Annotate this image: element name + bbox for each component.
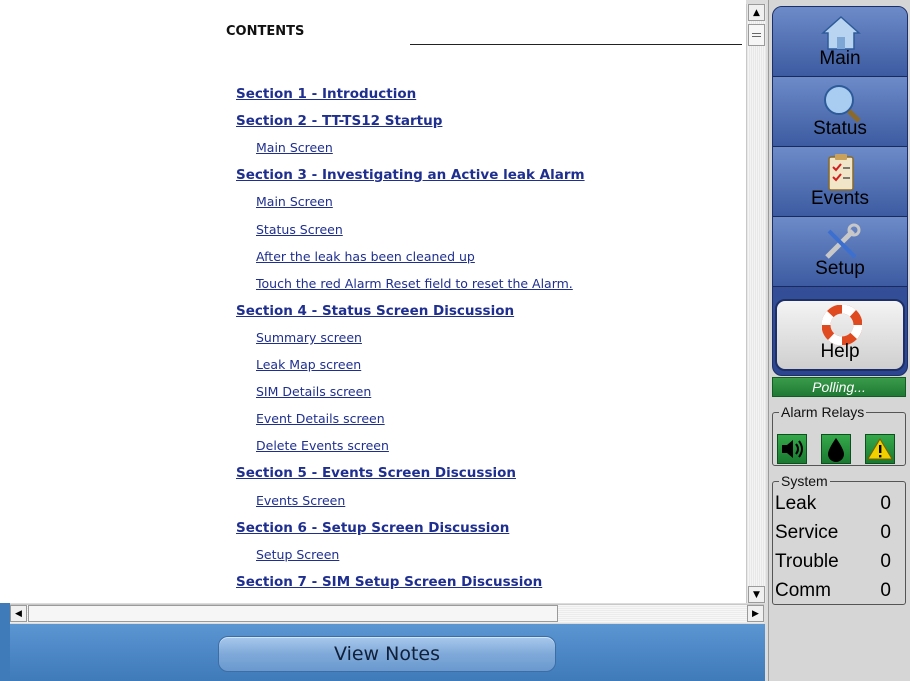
view-notes-button[interactable]: View Notes: [218, 636, 556, 672]
system-row-comm: Comm 0: [775, 580, 899, 602]
system-row-label: Comm: [775, 580, 831, 601]
toc-subsection-link[interactable]: Setup Screen: [256, 547, 339, 562]
toc-section-link[interactable]: Section 1 - Introduction: [236, 86, 416, 102]
vertical-scrollbar[interactable]: ▲ ▼: [746, 4, 766, 603]
nav-help-button[interactable]: Help: [775, 299, 905, 371]
document-pane: CONTENTS Section 1 - Introduction Section…: [0, 0, 746, 603]
toc-section-link[interactable]: Section 6 - Setup Screen Discussion: [236, 520, 509, 536]
system-row-label: Service: [775, 522, 839, 543]
toc-subsection-link[interactable]: Event Details screen: [256, 411, 385, 426]
system-row-trouble: Trouble 0: [775, 551, 899, 573]
nav-events-button[interactable]: Events: [773, 147, 907, 217]
system-row-value: 0: [880, 522, 891, 543]
toc-subsection-link[interactable]: After the leak has been cleaned up: [256, 249, 475, 264]
nav-help-label: Help: [820, 341, 860, 362]
system-row-service: Service 0: [775, 522, 899, 544]
toc-section-link[interactable]: Section 2 - TT-TS12 Startup: [236, 113, 442, 129]
toc-subsection-link[interactable]: Main Screen: [256, 140, 333, 155]
clipboard-icon: [828, 154, 854, 191]
scroll-right-button[interactable]: ▶: [747, 605, 764, 622]
scroll-down-button[interactable]: ▼: [748, 586, 765, 603]
toc-subsection-link[interactable]: Main Screen: [256, 194, 333, 209]
system-row-value: 0: [880, 493, 891, 514]
system-row-value: 0: [880, 580, 891, 601]
tools-icon: [825, 223, 861, 259]
speaker-icon: [782, 440, 803, 458]
nav-status-button[interactable]: Status: [773, 77, 907, 147]
nav-main-button[interactable]: Main: [773, 7, 907, 77]
navigation-menu: Main Status Events Setup Help: [772, 6, 908, 376]
home-icon: [821, 15, 861, 50]
toc-subsection-link[interactable]: Status Screen: [256, 222, 343, 237]
toc-subsection-link[interactable]: Leak Map screen: [256, 357, 361, 372]
nav-status-label: Status: [813, 118, 867, 139]
system-row-label: Trouble: [775, 551, 839, 572]
toc-section-link[interactable]: Section 5 - Events Screen Discussion: [236, 465, 516, 481]
side-panel: Main Status Events Setup Help Polling...…: [768, 0, 910, 681]
magnifier-icon: [824, 85, 861, 123]
scroll-left-button[interactable]: ◀: [10, 605, 27, 622]
contents-heading: CONTENTS: [226, 24, 305, 39]
relay-warning[interactable]: [865, 434, 895, 464]
system-row-leak: Leak 0: [775, 493, 899, 515]
relay-horn[interactable]: [777, 434, 807, 464]
horizontal-scrollbar[interactable]: ◀ ▶: [10, 604, 764, 623]
nav-events-label: Events: [810, 188, 870, 209]
toc-subsection-link[interactable]: Summary screen: [256, 330, 362, 345]
vertical-scroll-thumb[interactable]: [748, 24, 765, 46]
nav-setup-button[interactable]: Setup: [773, 217, 907, 287]
system-row-value: 0: [880, 551, 891, 572]
alarm-relays-title: Alarm Relays: [781, 404, 865, 420]
toc-section-link[interactable]: Section 7 - SIM Setup Screen Discussion: [236, 574, 542, 590]
toc-subsection-link[interactable]: Touch the red Alarm Reset field to reset…: [256, 276, 573, 291]
horizontal-scroll-thumb[interactable]: [28, 605, 558, 622]
bottom-left-strip: [0, 603, 10, 681]
toc-subsection-link[interactable]: SIM Details screen: [256, 384, 371, 399]
lifebuoy-icon: [822, 305, 862, 345]
system-group: System Leak 0 Service 0 Trouble 0 Comm 0: [772, 473, 906, 605]
drop-icon: [828, 438, 844, 462]
polling-status: Polling...: [772, 377, 906, 397]
toc-subsection-link[interactable]: Events Screen: [256, 493, 345, 508]
relay-leak[interactable]: [821, 434, 851, 464]
toc-section-link[interactable]: Section 4 - Status Screen Discussion: [236, 303, 514, 319]
scroll-up-button[interactable]: ▲: [748, 4, 765, 21]
nav-main-label: Main: [819, 48, 861, 69]
toc-subsection-link[interactable]: Delete Events screen: [256, 438, 389, 453]
nav-setup-label: Setup: [815, 258, 865, 279]
alarm-relays-group: Alarm Relays: [772, 404, 906, 466]
warning-icon: [867, 438, 893, 460]
bottom-bar: View Notes: [10, 624, 765, 681]
system-title: System: [781, 473, 828, 489]
heading-rule: [410, 44, 742, 45]
toc-section-link[interactable]: Section 3 - Investigating an Active leak…: [236, 167, 585, 183]
system-row-label: Leak: [775, 493, 817, 514]
